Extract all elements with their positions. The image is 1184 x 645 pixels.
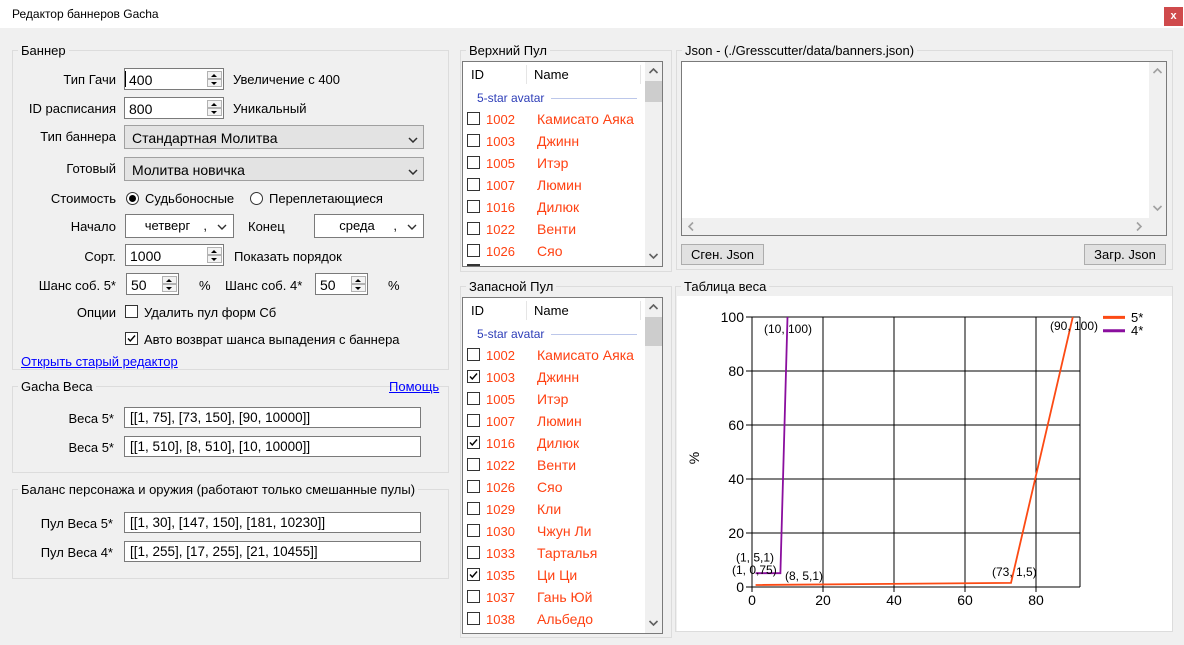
svg-text:%: % <box>686 452 702 464</box>
svg-text:20: 20 <box>728 525 744 541</box>
svg-text:60: 60 <box>957 592 973 608</box>
svg-text:(1, 0,75): (1, 0,75) <box>732 563 777 577</box>
svg-text:100: 100 <box>721 309 745 325</box>
svg-text:(10, 100): (10, 100) <box>764 322 812 336</box>
svg-text:80: 80 <box>1028 592 1044 608</box>
svg-text:60: 60 <box>728 417 744 433</box>
svg-text:40: 40 <box>728 471 744 487</box>
svg-text:(90, 100): (90, 100) <box>1050 319 1098 333</box>
svg-text:(73, 1,5): (73, 1,5) <box>992 565 1037 579</box>
svg-text:80: 80 <box>728 363 744 379</box>
svg-text:20: 20 <box>815 592 831 608</box>
svg-text:4*: 4* <box>1131 323 1143 338</box>
svg-text:0: 0 <box>748 592 756 608</box>
svg-text:(8, 5,1): (8, 5,1) <box>785 569 823 583</box>
svg-text:0: 0 <box>736 579 744 595</box>
svg-text:40: 40 <box>886 592 902 608</box>
